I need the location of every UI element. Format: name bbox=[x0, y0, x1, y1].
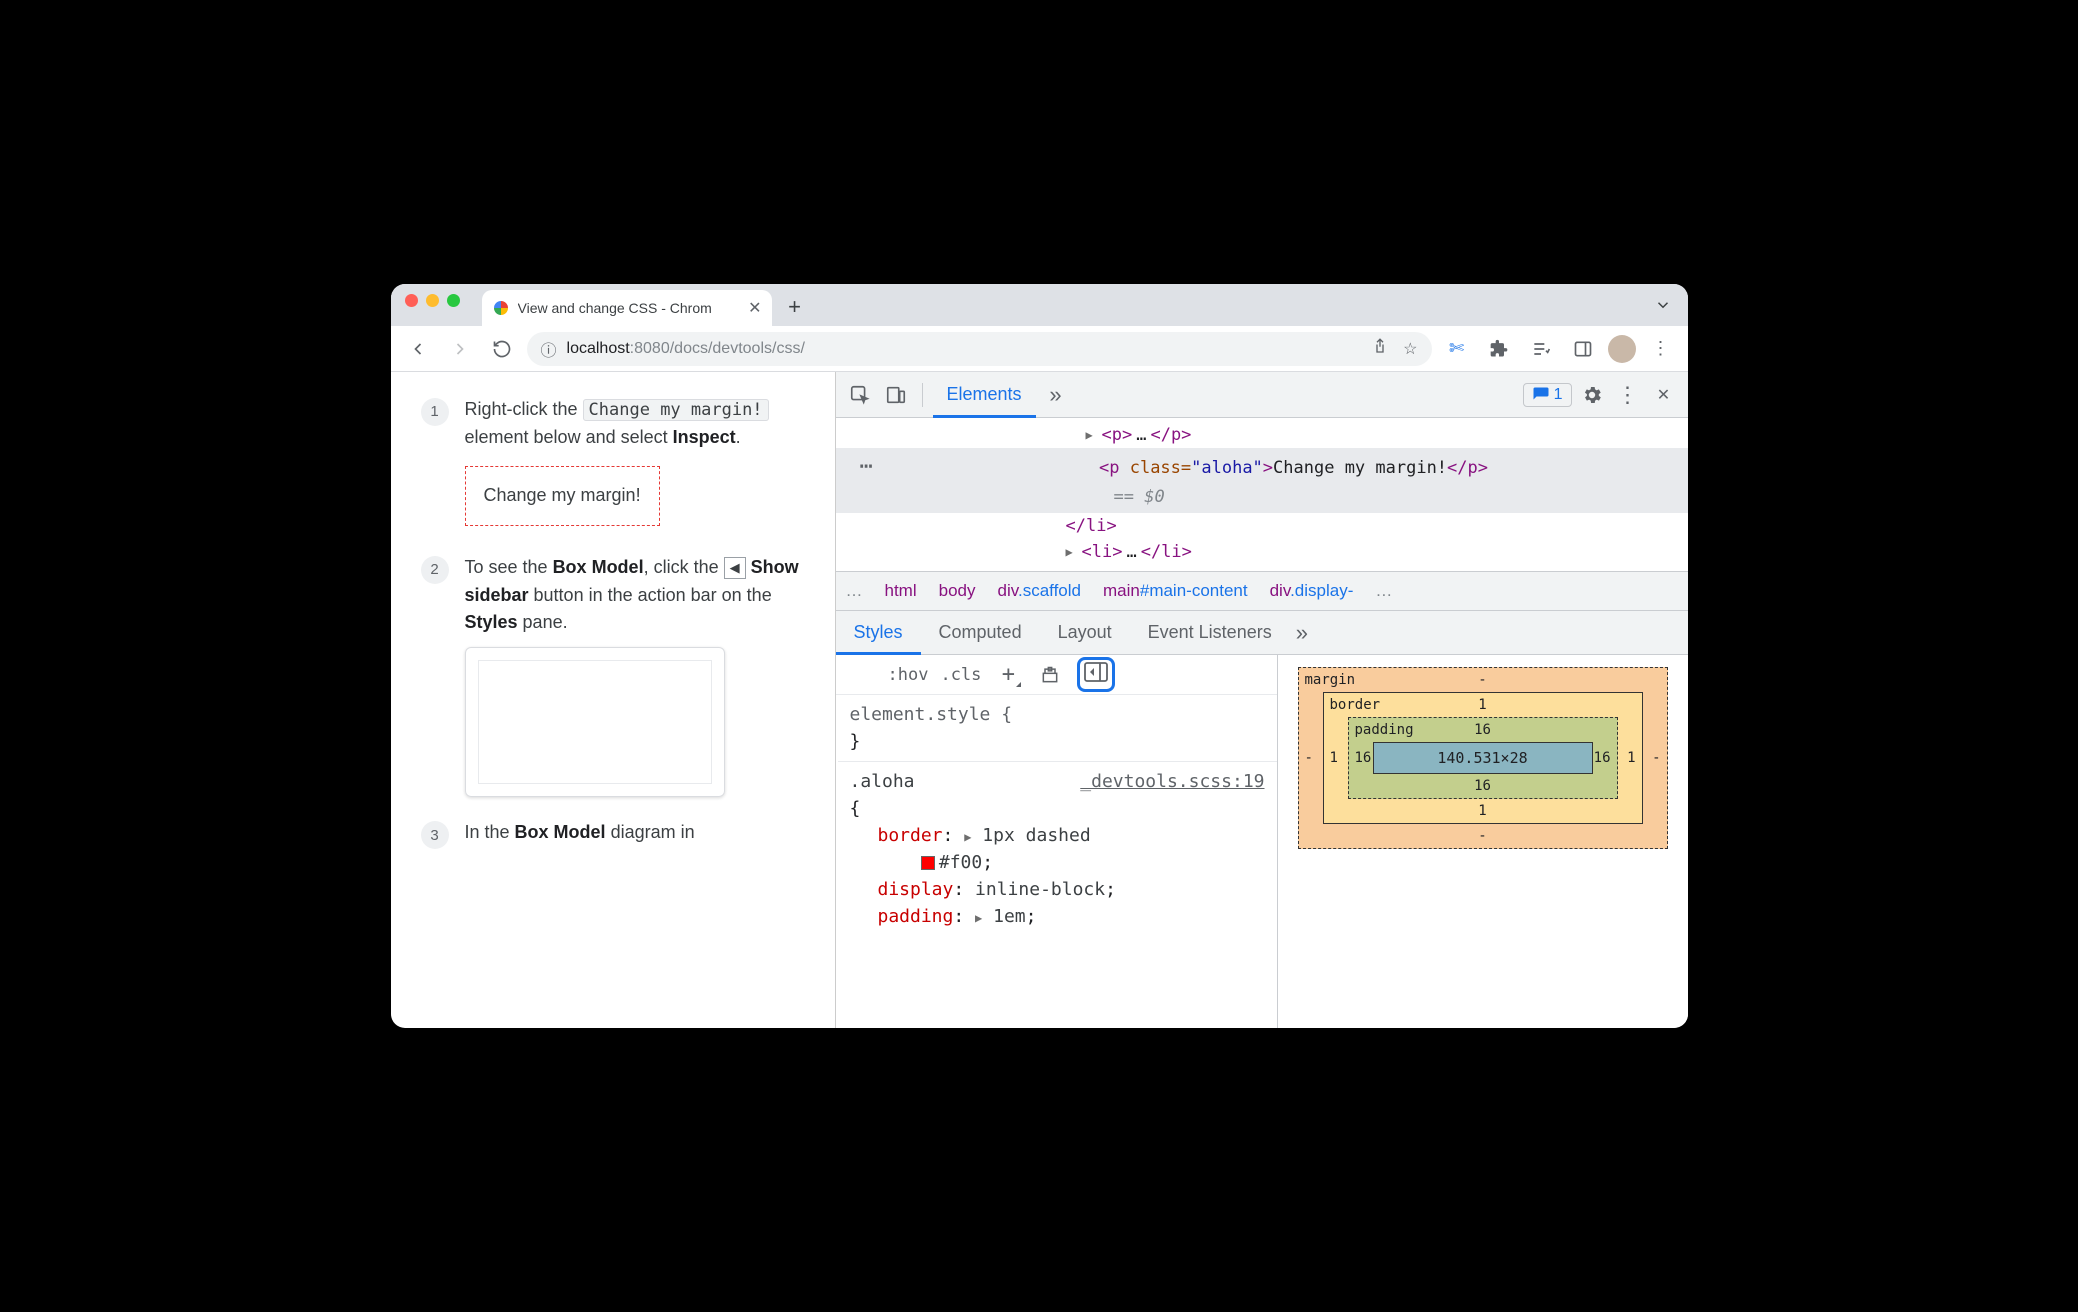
demo-element[interactable]: Change my margin! bbox=[465, 466, 660, 526]
settings-icon[interactable] bbox=[1576, 379, 1608, 411]
crumb-overflow-right[interactable]: … bbox=[1375, 581, 1392, 601]
crumb[interactable]: html bbox=[885, 581, 917, 601]
extensions-icon[interactable] bbox=[1482, 332, 1516, 366]
css-declaration: display: inline-block; bbox=[850, 876, 1265, 903]
box-model-sidebar: margin - - - - border 1 1 1 1 bbox=[1278, 655, 1688, 1028]
address-bar[interactable]: ⓘ localhost:8080/docs/devtools/css/ ☆ bbox=[527, 332, 1432, 366]
title-bar: View and change CSS - Chrom ✕ + bbox=[391, 284, 1688, 326]
devtools-panel: Elements » 1 ⋮ ✕ ▶<p>…</p> ⋯ <p class="a… bbox=[836, 372, 1688, 1028]
reading-list-icon[interactable] bbox=[1524, 332, 1558, 366]
tab-elements[interactable]: Elements bbox=[933, 372, 1036, 418]
share-icon[interactable] bbox=[1371, 337, 1389, 360]
styles-rules-column: :hov .cls + element.style { } .alo bbox=[836, 655, 1278, 1028]
devtools-toolbar: Elements » 1 ⋮ ✕ bbox=[836, 372, 1688, 418]
window-menu-icon[interactable] bbox=[1654, 296, 1672, 319]
browser-tab-active[interactable]: View and change CSS - Chrom ✕ bbox=[482, 290, 772, 326]
tab-event-listeners[interactable]: Event Listeners bbox=[1130, 611, 1290, 655]
site-info-icon[interactable]: ⓘ bbox=[541, 337, 557, 361]
crumb[interactable]: main#main-content bbox=[1103, 581, 1248, 601]
paint-flash-icon[interactable] bbox=[1035, 661, 1065, 689]
dom-breadcrumbs[interactable]: … html body div.scaffold main#main-conte… bbox=[836, 571, 1688, 611]
box-model-content[interactable]: 140.531×28 bbox=[1373, 742, 1593, 774]
tab-title: View and change CSS - Chrom bbox=[518, 300, 741, 316]
tab-close-icon[interactable]: ✕ bbox=[748, 298, 761, 318]
crumb[interactable]: div.display- bbox=[1270, 581, 1354, 601]
forward-button[interactable] bbox=[443, 332, 477, 366]
browser-toolbar: ⓘ localhost:8080/docs/devtools/css/ ☆ ✄ … bbox=[391, 326, 1688, 372]
step-1: 1 Right-click the Change my margin! elem… bbox=[421, 396, 815, 532]
rule-element-style: element.style { } bbox=[850, 701, 1265, 755]
profile-avatar[interactable] bbox=[1608, 335, 1636, 363]
box-model-diagram[interactable]: margin - - - - border 1 1 1 1 bbox=[1298, 667, 1668, 849]
step-number: 1 bbox=[421, 398, 449, 426]
new-tab-button[interactable]: + bbox=[780, 292, 810, 322]
close-window-button[interactable] bbox=[405, 294, 418, 307]
cls-toggle[interactable]: .cls bbox=[940, 665, 981, 685]
dom-tree[interactable]: ▶<p>…</p> ⋯ <p class="aloha">Change my m… bbox=[836, 418, 1688, 571]
step-number: 3 bbox=[421, 821, 449, 849]
styles-pane-tabs: Styles Computed Layout Event Listeners » bbox=[836, 611, 1688, 655]
docs-page: 1 Right-click the Change my margin! elem… bbox=[391, 372, 836, 1028]
dom-row-selected[interactable]: ⋯ <p class="aloha">Change my margin!</p>… bbox=[836, 448, 1688, 512]
rule-aloha-header: .aloha _devtools.scss:19 bbox=[850, 768, 1265, 795]
devtools-menu-icon[interactable]: ⋮ bbox=[1612, 379, 1644, 411]
reload-button[interactable] bbox=[485, 332, 519, 366]
close-devtools-icon[interactable]: ✕ bbox=[1648, 379, 1680, 411]
content-area: 1 Right-click the Change my margin! elem… bbox=[391, 372, 1688, 1028]
screenshot-thumbnail bbox=[465, 647, 725, 797]
browser-menu-icon[interactable]: ⋮ bbox=[1644, 332, 1678, 366]
dom-row[interactable]: ▶<li>…</li> bbox=[836, 539, 1688, 565]
crumb[interactable]: body bbox=[939, 581, 976, 601]
crumb[interactable]: div.scaffold bbox=[998, 581, 1082, 601]
color-swatch-icon[interactable] bbox=[921, 856, 935, 870]
step-2: 2 To see the Box Model, click the ◀ Show… bbox=[421, 554, 815, 798]
back-button[interactable] bbox=[401, 332, 435, 366]
device-toolbar-icon[interactable] bbox=[880, 379, 912, 411]
new-style-rule-button[interactable]: + bbox=[993, 661, 1023, 689]
tab-styles[interactable]: Styles bbox=[836, 611, 921, 655]
tab-layout[interactable]: Layout bbox=[1040, 611, 1130, 655]
tab-computed[interactable]: Computed bbox=[921, 611, 1040, 655]
step-3: 3 In the Box Model diagram in bbox=[421, 819, 815, 849]
styles-action-bar: :hov .cls + bbox=[836, 655, 1277, 695]
browser-window: View and change CSS - Chrom ✕ + ⓘ localh… bbox=[391, 284, 1688, 1028]
more-subtabs-icon[interactable]: » bbox=[1296, 620, 1308, 646]
inspect-element-icon[interactable] bbox=[844, 379, 876, 411]
dom-row[interactable]: </li> bbox=[836, 513, 1688, 539]
css-rules[interactable]: element.style { } .aloha _devtools.scss:… bbox=[836, 695, 1277, 940]
crumb-overflow-left[interactable]: … bbox=[846, 581, 863, 601]
issues-badge[interactable]: 1 bbox=[1523, 383, 1572, 407]
more-tabs-icon[interactable]: » bbox=[1040, 379, 1072, 411]
minimize-window-button[interactable] bbox=[426, 294, 439, 307]
hov-toggle[interactable]: :hov bbox=[888, 665, 929, 685]
dom-row[interactable]: ▶<p>…</p> bbox=[836, 422, 1688, 448]
code-snippet: Change my margin! bbox=[583, 399, 769, 421]
row-menu-icon[interactable]: ⋯ bbox=[854, 454, 879, 479]
traffic-lights bbox=[405, 284, 460, 326]
show-sidebar-glyph-icon: ◀ bbox=[724, 557, 746, 579]
bookmark-icon[interactable]: ☆ bbox=[1403, 339, 1417, 359]
css-declaration: border: ▶ 1px dashed #f00; bbox=[850, 822, 1265, 876]
maximize-window-button[interactable] bbox=[447, 294, 460, 307]
chrome-favicon-icon bbox=[492, 299, 510, 317]
css-declaration: padding: ▶ 1em; bbox=[850, 903, 1265, 930]
source-link[interactable]: _devtools.scss:19 bbox=[1080, 768, 1264, 795]
step-number: 2 bbox=[421, 556, 449, 584]
url-text: localhost:8080/docs/devtools/css/ bbox=[567, 340, 805, 358]
scissors-icon[interactable]: ✄ bbox=[1440, 332, 1474, 366]
side-panel-icon[interactable] bbox=[1566, 332, 1600, 366]
tab-strip: View and change CSS - Chrom ✕ + bbox=[482, 284, 810, 326]
show-sidebar-button[interactable] bbox=[1077, 657, 1115, 692]
